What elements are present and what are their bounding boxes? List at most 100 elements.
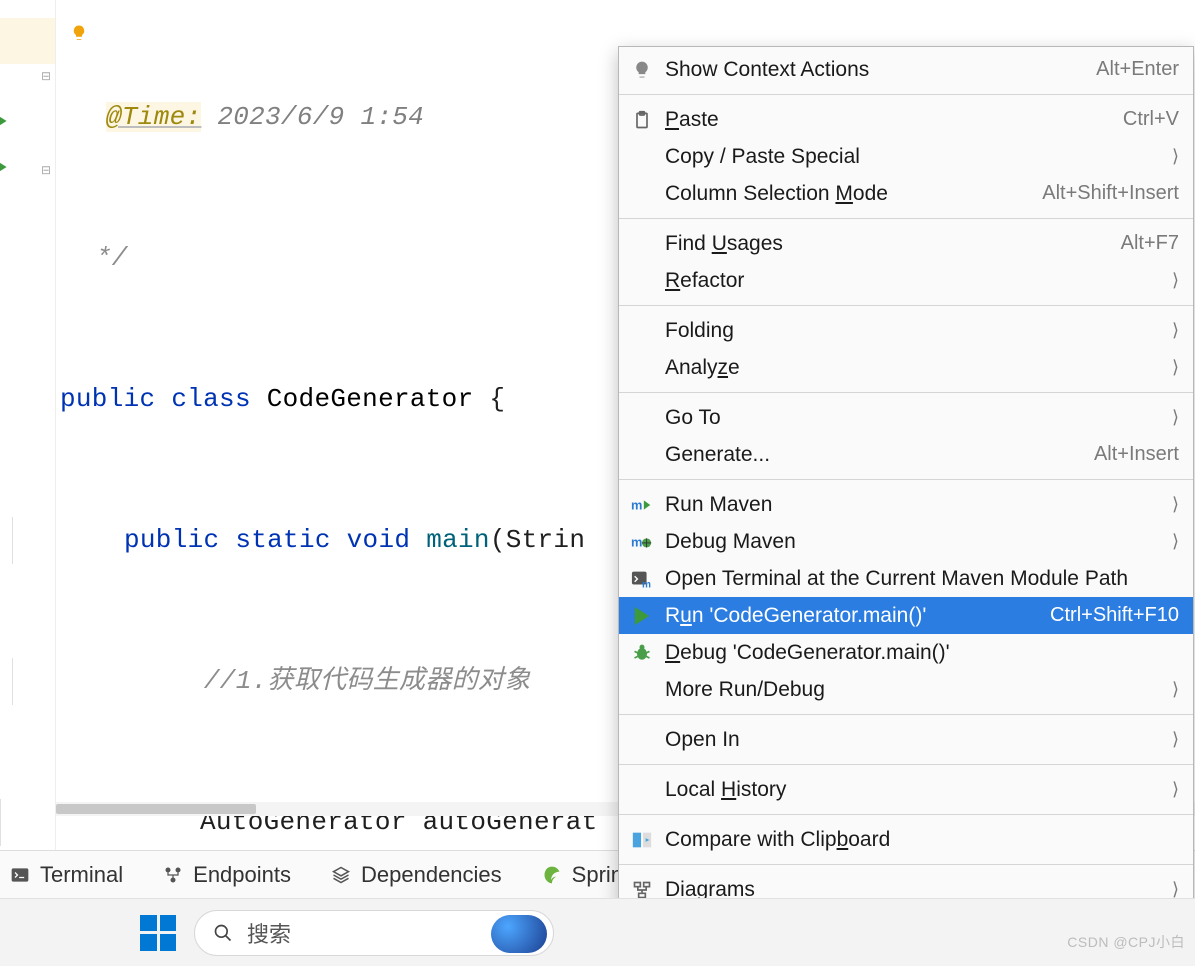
menu-item-analyze[interactable]: Analyze ⟩ bbox=[619, 349, 1193, 386]
toolwindow-tab-dependencies[interactable]: Dependencies bbox=[331, 862, 502, 888]
menu-item-open-in[interactable]: Open In ⟩ bbox=[619, 721, 1193, 758]
windows-start-icon[interactable] bbox=[140, 915, 176, 951]
menu-item-goto[interactable]: Go To ⟩ bbox=[619, 399, 1193, 436]
blank-icon bbox=[629, 442, 655, 468]
submenu-arrow-icon: ⟩ bbox=[1172, 320, 1179, 341]
blank-icon bbox=[629, 677, 655, 703]
menu-shortcut: Alt+Enter bbox=[1096, 58, 1179, 81]
toolwindow-tab-endpoints[interactable]: Endpoints bbox=[163, 862, 291, 888]
menu-item-label: Go To bbox=[665, 406, 1152, 430]
menu-separator bbox=[619, 764, 1193, 765]
toolwindow-tab-label: Endpoints bbox=[193, 862, 291, 888]
menu-item-generate[interactable]: Generate... Alt+Insert bbox=[619, 436, 1193, 473]
blank-icon bbox=[629, 268, 655, 294]
menu-shortcut: Alt+Insert bbox=[1094, 443, 1179, 466]
menu-item-label: Open In bbox=[665, 728, 1152, 752]
timestamp: 2023/6/9 1:54 bbox=[201, 102, 424, 132]
fold-toggle-icon[interactable]: ⊟ bbox=[38, 68, 54, 84]
blank-icon bbox=[629, 181, 655, 207]
taskbar-search[interactable]: 搜索 bbox=[194, 910, 554, 956]
blank-icon bbox=[629, 318, 655, 344]
layers-icon bbox=[331, 865, 351, 885]
svg-text:m: m bbox=[631, 497, 642, 512]
menu-item-compare-clip[interactable]: Compare with Clipboard bbox=[619, 821, 1193, 858]
menu-item-label: Analyze bbox=[665, 356, 1152, 380]
menu-item-label: Local History bbox=[665, 778, 1152, 802]
submenu-arrow-icon: ⟩ bbox=[1172, 357, 1179, 378]
scrollbar-thumb[interactable] bbox=[56, 804, 256, 814]
menu-item-label: Find Usages bbox=[665, 232, 1101, 256]
menu-item-run-maven[interactable]: mRun Maven⟩ bbox=[619, 486, 1193, 523]
menu-item-folding[interactable]: Folding ⟩ bbox=[619, 312, 1193, 349]
watermark: CSDN @CPJ小白 bbox=[1067, 932, 1185, 952]
submenu-arrow-icon: ⟩ bbox=[1172, 531, 1179, 552]
search-icon bbox=[213, 923, 233, 943]
run-gutter-icon[interactable] bbox=[0, 114, 10, 130]
menu-item-label: Column Selection Mode bbox=[665, 182, 1022, 206]
menu-shortcut: Alt+Shift+Insert bbox=[1042, 182, 1179, 205]
annotation: @Time: bbox=[106, 102, 201, 132]
menu-item-open-terminal[interactable]: mOpen Terminal at the Current Maven Modu… bbox=[619, 560, 1193, 597]
diff-icon bbox=[629, 827, 655, 853]
maven-run-icon: m bbox=[629, 492, 655, 518]
menu-item-label: Compare with Clipboard bbox=[665, 828, 1179, 852]
menu-separator bbox=[619, 392, 1193, 393]
menu-item-find-usages[interactable]: Find Usages Alt+F7 bbox=[619, 225, 1193, 262]
toolwindow-tab-label: Terminal bbox=[40, 862, 123, 888]
submenu-arrow-icon: ⟩ bbox=[1172, 729, 1179, 750]
svg-text:m: m bbox=[642, 579, 651, 590]
menu-item-context-actions[interactable]: Show Context Actions Alt+Enter bbox=[619, 51, 1193, 88]
submenu-arrow-icon: ⟩ bbox=[1172, 879, 1179, 900]
menu-item-label: Copy / Paste Special bbox=[665, 145, 1152, 169]
menu-separator bbox=[619, 714, 1193, 715]
blank-icon bbox=[629, 727, 655, 753]
endpoints-icon bbox=[163, 865, 183, 885]
submenu-arrow-icon: ⟩ bbox=[1172, 407, 1179, 428]
run-icon bbox=[629, 603, 655, 629]
submenu-arrow-icon: ⟩ bbox=[1172, 779, 1179, 800]
menu-item-debug-maven[interactable]: mDebug Maven⟩ bbox=[619, 523, 1193, 560]
blank-icon bbox=[629, 355, 655, 381]
toolwindow-tab-spring[interactable]: Sprin bbox=[542, 862, 623, 888]
windows-taskbar: 搜索 bbox=[0, 898, 1195, 966]
run-gutter-icon[interactable] bbox=[0, 160, 10, 176]
terminal-m-icon: m bbox=[629, 566, 655, 592]
menu-item-local-history[interactable]: Local History ⟩ bbox=[619, 771, 1193, 808]
menu-separator bbox=[619, 94, 1193, 95]
menu-item-paste[interactable]: PasteCtrl+V bbox=[619, 101, 1193, 138]
menu-item-label: Generate... bbox=[665, 443, 1074, 467]
menu-item-run-main[interactable]: Run 'CodeGenerator.main()' Ctrl+Shift+F10 bbox=[619, 597, 1193, 634]
menu-item-copy-paste-special[interactable]: Copy / Paste Special⟩ bbox=[619, 138, 1193, 175]
menu-separator bbox=[619, 864, 1193, 865]
menu-item-label: More Run/Debug bbox=[665, 678, 1152, 702]
menu-shortcut: Alt+F7 bbox=[1121, 232, 1179, 255]
menu-item-refactor[interactable]: Refactor ⟩ bbox=[619, 262, 1193, 299]
menu-item-label: Debug 'CodeGenerator.main()' bbox=[665, 641, 1179, 665]
submenu-arrow-icon: ⟩ bbox=[1172, 494, 1179, 515]
search-placeholder: 搜索 bbox=[247, 917, 291, 949]
menu-item-label: Refactor bbox=[665, 269, 1152, 293]
menu-separator bbox=[619, 305, 1193, 306]
toolwindow-tab-label: Sprin bbox=[572, 862, 623, 888]
toolwindow-tab-terminal[interactable]: Terminal bbox=[10, 862, 123, 888]
menu-item-more-run[interactable]: More Run/Debug⟩ bbox=[619, 671, 1193, 708]
submenu-arrow-icon: ⟩ bbox=[1172, 270, 1179, 291]
fold-toggle-icon[interactable]: ⊟ bbox=[38, 162, 54, 178]
toolwindow-tab-label: Dependencies bbox=[361, 862, 502, 888]
menu-item-column-select[interactable]: Column Selection Mode Alt+Shift+Insert bbox=[619, 175, 1193, 212]
menu-item-label: Run 'CodeGenerator.main()' bbox=[665, 604, 1030, 628]
menu-item-label: Show Context Actions bbox=[665, 58, 1076, 82]
menu-separator bbox=[619, 479, 1193, 480]
bug-icon bbox=[629, 640, 655, 666]
menu-shortcut: Ctrl+Shift+F10 bbox=[1050, 604, 1179, 627]
leaf-icon bbox=[542, 865, 562, 885]
menu-item-debug-main[interactable]: Debug 'CodeGenerator.main()' bbox=[619, 634, 1193, 671]
blank-icon bbox=[629, 405, 655, 431]
taskbar-widget-icon[interactable] bbox=[491, 915, 547, 953]
svg-text:m: m bbox=[631, 534, 642, 549]
menu-separator bbox=[619, 814, 1193, 815]
clipboard-icon bbox=[629, 107, 655, 133]
menu-item-label: Folding bbox=[665, 319, 1152, 343]
context-menu: Show Context Actions Alt+Enter PasteCtrl+V… bbox=[618, 46, 1194, 950]
maven-debug-icon: m bbox=[629, 529, 655, 555]
